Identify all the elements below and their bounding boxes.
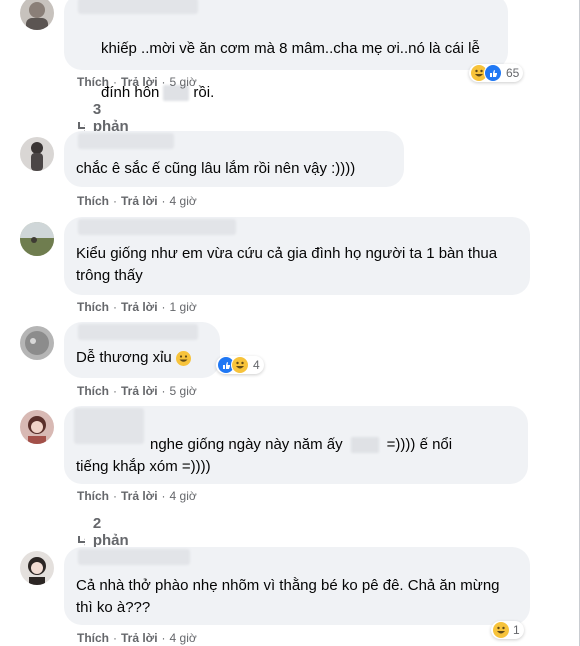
reply-arrow-icon [78,535,85,545]
like-button[interactable]: Thích [77,75,109,89]
comment-actions: Thích · Trả lời · 1 giờ [77,300,197,314]
timestamp[interactable]: 5 giờ [170,384,197,398]
reaction-count: 4 [253,358,260,372]
timestamp[interactable]: 4 giờ [170,489,197,503]
avatar[interactable] [20,0,54,30]
comment-text: Cả nhà thở phào nhẹ nhõm vì thằng bé ko … [76,577,504,616]
comment-bubble: Cả nhà thở phào nhẹ nhõm vì thằng bé ko … [64,547,530,625]
like-button[interactable]: Thích [77,194,109,208]
avatar-image [28,416,46,444]
comment-bubble: Kiểu giống như em vừa cứu cả gia đình họ… [64,217,530,295]
haha-reaction-icon [231,356,249,374]
haha-reaction-icon [493,622,509,638]
comment-bubble: Dễ thương xỉu [64,322,220,378]
commenter-name-redacted [78,324,198,340]
like-button[interactable]: Thích [77,631,109,645]
reaction-count: 65 [506,66,520,80]
comment-text: Dễ thương xỉu [76,347,191,369]
commenter-name-redacted [78,219,236,235]
timestamp[interactable]: 5 giờ [170,75,197,89]
avatar-image [31,142,43,171]
avatar-image [26,2,48,30]
comment-bubble: chắc ê sắc ế cũng lâu lắm rồi nên vậy :)… [64,131,404,187]
comment-text-line2: tiếng khắp xóm =)))) [76,458,211,475]
avatar[interactable] [20,551,54,585]
avatar[interactable] [20,326,54,360]
reply-button[interactable]: Trả lời [121,384,158,398]
reply-button[interactable]: Trả lời [121,489,158,503]
reply-button[interactable]: Trả lời [121,300,158,314]
commenter-name-redacted [78,0,198,14]
reply-button[interactable]: Trả lời [121,194,158,208]
like-button[interactable]: Thích [77,489,109,503]
timestamp[interactable]: 4 giờ [170,631,197,645]
comment-actions: Thích · Trả lời · 4 giờ [77,489,197,503]
comment-actions: Thích · Trả lời · 4 giờ [77,194,197,208]
like-button[interactable]: Thích [77,300,109,314]
comment-text: Kiểu giống như em vừa cứu cả gia đình họ… [76,245,502,284]
comment-actions: Thích · Trả lời · 5 giờ [77,75,197,89]
avatar-image [28,557,46,585]
commenter-name-redacted [78,549,190,565]
reaction-summary[interactable]: 1 [491,621,524,639]
comment-bubble: khiếp ..mời về ăn cơm mà 8 mâm..cha mẹ ơ… [64,0,508,102]
reaction-count: 1 [513,623,520,637]
like-button[interactable]: Thích [77,384,109,398]
avatar-image [20,222,54,256]
timestamp[interactable]: 1 giờ [170,300,197,314]
reply-button[interactable]: Trả lời [121,631,158,645]
timestamp[interactable]: 4 giờ [170,194,197,208]
like-reaction-icon [484,64,502,82]
comment-bubble: nghe giống ngày này năm ấy =)))) ế nổi ti… [64,406,528,484]
reaction-summary[interactable]: 4 [216,356,264,374]
avatar[interactable] [20,222,54,256]
avatar-image [25,331,49,355]
comment-actions: Thích · Trả lời · 4 giờ [77,631,197,645]
commenter-name-redacted [78,133,174,149]
reply-button[interactable]: Trả lời [121,75,158,89]
commenter-name-redacted [74,408,144,444]
comment-text: nghe giống ngày này năm ấy =)))) ế nổi [150,436,453,454]
comment-text: khiếp ..mời về ăn cơm mà 8 mâm..cha mẹ ơ… [101,40,480,102]
avatar[interactable] [20,410,54,444]
avatar[interactable] [20,137,54,171]
reaction-summary[interactable]: 65 [469,64,524,82]
comment-actions: Thích · Trả lời · 5 giờ [77,384,197,398]
haha-emoji-icon [175,350,191,366]
redacted-text [350,437,379,454]
comment-text: chắc ê sắc ế cũng lâu lắm rồi nên vậy :)… [76,160,356,177]
